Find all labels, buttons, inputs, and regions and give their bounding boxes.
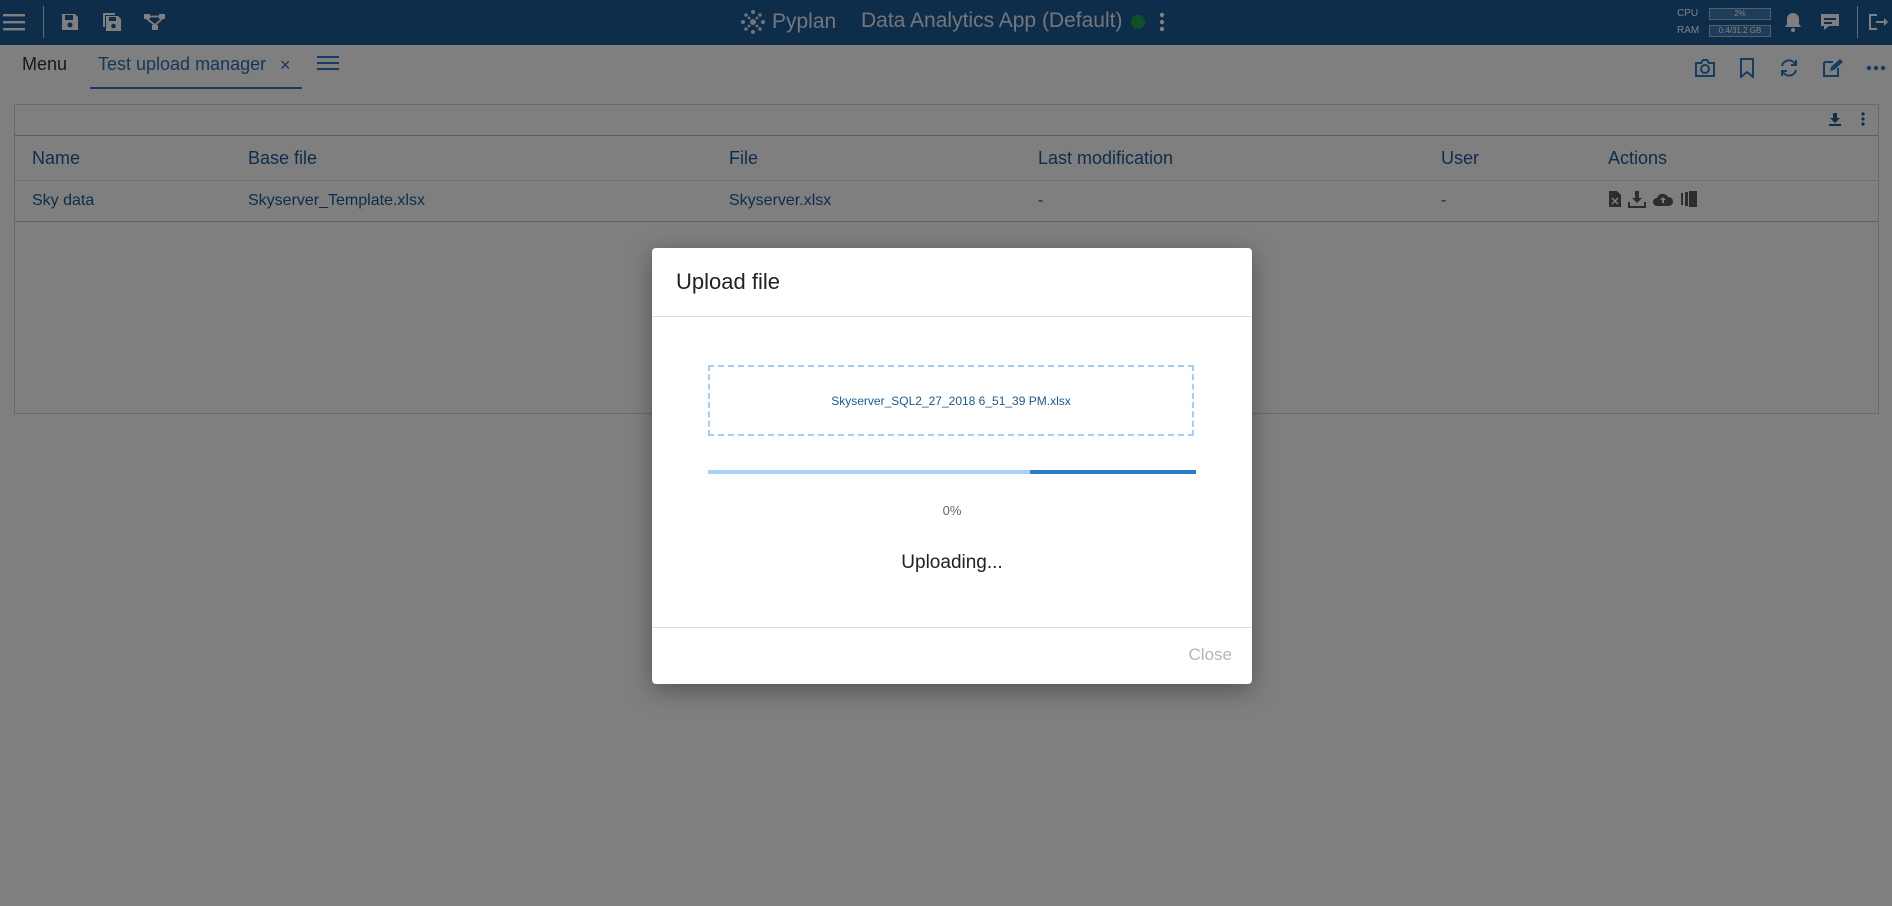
dialog-title: Upload file <box>676 269 780 294</box>
upload-progress-bar <box>708 470 1196 474</box>
upload-status: Uploading... <box>901 552 1003 573</box>
progress-indicator <box>1030 470 1196 474</box>
dialog-divider <box>652 627 1252 628</box>
selected-file-name: Skyserver_SQL2_27_2018 6_51_39 PM.xlsx <box>831 393 1071 408</box>
upload-file-dialog: Upload file Skyserver_SQL2_27_2018 6_51_… <box>652 248 1252 684</box>
dialog-divider <box>652 316 1252 317</box>
progress-percent: 0% <box>942 503 962 518</box>
close-button[interactable]: Close <box>1189 645 1232 665</box>
file-dropzone[interactable]: Skyserver_SQL2_27_2018 6_51_39 PM.xlsx <box>708 365 1194 436</box>
